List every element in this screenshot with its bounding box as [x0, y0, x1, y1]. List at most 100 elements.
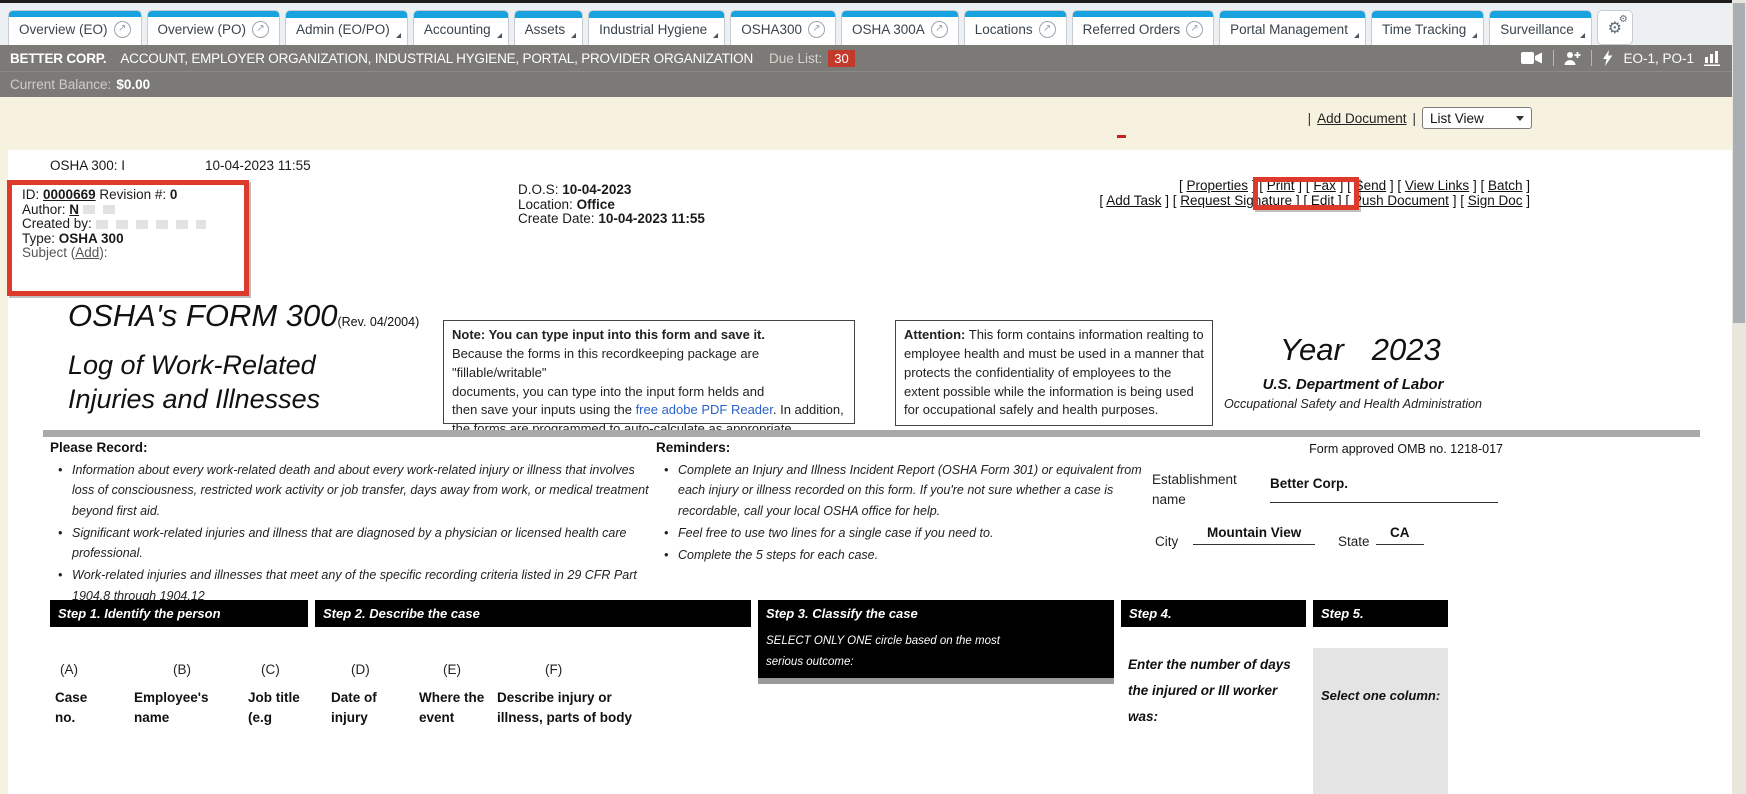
tab-osha300[interactable]: OSHA300↗	[730, 10, 836, 45]
subject-add-link[interactable]: Add	[75, 245, 99, 260]
tab-label: Admin (EO/PO)	[296, 22, 390, 37]
video-camera-icon[interactable]	[1521, 51, 1543, 65]
company-name: BETTER CORP.	[10, 51, 106, 66]
establishment-label: Establishment name	[1152, 470, 1264, 510]
osha-administration: Occupational Safety and Health Administr…	[1188, 397, 1518, 411]
establishment-value: Better Corp.	[1270, 476, 1348, 491]
menu-corner-icon	[396, 33, 401, 38]
reminders-title: Reminders:	[656, 440, 730, 455]
document-toolbar: | Add Document | List View	[1308, 107, 1532, 129]
vertical-scrollbar[interactable]	[1732, 0, 1746, 794]
tab-label: Locations	[975, 22, 1033, 37]
type-value: OSHA 300	[59, 231, 124, 246]
tab-label: Portal Management	[1230, 22, 1348, 37]
tab-label: Industrial Hygiene	[599, 22, 707, 37]
menu-corner-icon	[1354, 33, 1359, 38]
tab-overview-eo[interactable]: Overview (EO)↗	[8, 10, 142, 45]
attention-label: Attention:	[904, 327, 965, 342]
tab-label: Assets	[525, 22, 566, 37]
document-id-link[interactable]: 0000669	[43, 187, 96, 202]
balance-bar: Current Balance: $0.00	[0, 71, 1746, 97]
redacted-created-by-name	[96, 220, 206, 229]
send-link[interactable]: Send	[1355, 178, 1387, 193]
external-link-icon[interactable]: ↗	[808, 21, 825, 38]
created-by-row: Created by:	[22, 217, 206, 232]
column-label-describe: Describe injury orillness, parts of body	[497, 688, 632, 728]
tab-accounting[interactable]: Accounting	[413, 10, 509, 45]
column-label-date: Date ofinjury	[331, 688, 377, 728]
id-row: ID: 0000669 Revision #: 0	[22, 188, 206, 203]
tab-osha300a[interactable]: OSHA 300A ↗	[841, 10, 959, 45]
step5-header: Step 5.	[1313, 600, 1448, 627]
tab-accent	[515, 11, 583, 18]
account-header-bar: BETTER CORP. ACCOUNT, EMPLOYER ORGANIZAT…	[0, 45, 1746, 71]
lightning-bolt-icon[interactable]	[1602, 50, 1613, 66]
author-link[interactable]: N	[69, 202, 79, 217]
menu-corner-icon	[571, 33, 576, 38]
tab-portal-management[interactable]: Portal Management	[1219, 10, 1366, 45]
push-document-link[interactable]: Push Document	[1353, 193, 1449, 208]
add-task-link[interactable]: Add Task	[1106, 193, 1161, 208]
edit-link[interactable]: Edit	[1311, 193, 1334, 208]
tab-time-tracking[interactable]: Time Tracking	[1371, 10, 1484, 45]
request-signature-link[interactable]: Request Signature	[1180, 193, 1292, 208]
form-subtitle-line1: Log of Work-Related	[68, 350, 316, 381]
tab-industrial-hygiene[interactable]: Industrial Hygiene	[588, 10, 725, 45]
tab-label: Referred Orders	[1083, 22, 1181, 37]
note-title: Note: You can type input into this form …	[452, 326, 846, 345]
tab-referred-orders[interactable]: Referred Orders ↗	[1072, 10, 1215, 45]
please-record-bullets: Information about every work-related dea…	[56, 460, 656, 608]
form-revision: (Rev. 04/2004)	[337, 315, 419, 329]
external-link-icon[interactable]: ↗	[1039, 21, 1056, 38]
state-label: State	[1338, 534, 1370, 549]
sign-doc-link[interactable]: Sign Doc	[1468, 193, 1523, 208]
tab-assets[interactable]: Assets	[514, 10, 584, 45]
due-list-count-badge[interactable]: 30	[828, 50, 854, 67]
red-annotation-box-id: ID: 0000669 Revision #: 0 Author: N Crea…	[7, 180, 249, 296]
please-record-title: Please Record:	[50, 440, 148, 455]
divider	[1591, 50, 1592, 66]
bar-chart-icon[interactable]	[1704, 50, 1720, 66]
step1-header: Step 1. Identify the person	[50, 600, 308, 627]
step4-header: Step 4.	[1121, 600, 1306, 627]
step5-note: Select one column:	[1313, 648, 1448, 703]
tab-label: Time Tracking	[1382, 22, 1466, 37]
tab-overview-po[interactable]: Overview (PO)↗	[147, 10, 281, 45]
external-link-icon[interactable]: ↗	[114, 21, 131, 38]
divider	[1553, 50, 1554, 66]
external-link-icon[interactable]: ↗	[252, 21, 269, 38]
scrollbar-thumb[interactable]	[1733, 3, 1745, 323]
tab-admin-eo-po[interactable]: Admin (EO/PO)	[285, 10, 408, 45]
reminders-bullets: Complete an Injury and Illness Incident …	[662, 460, 1144, 567]
external-link-icon[interactable]: ↗	[931, 21, 948, 38]
tab-label: OSHA 300A	[852, 22, 925, 37]
add-document-link[interactable]: Add Document	[1317, 111, 1406, 126]
balance-value: $0.00	[116, 77, 150, 92]
redacted-author-name	[83, 205, 121, 214]
form-title: OSHA's FORM 300(Rev. 04/2004)	[68, 298, 419, 334]
dos-value: 10-04-2023	[562, 182, 631, 197]
properties-link[interactable]: Properties	[1186, 178, 1248, 193]
tab-label: Accounting	[424, 22, 491, 37]
dol-title: U.S. Department of Labor	[1188, 376, 1518, 393]
tab-accent	[414, 11, 508, 18]
tab-accent	[286, 11, 407, 18]
settings-gears-button[interactable]: ⚙⚙	[1597, 10, 1633, 45]
tab-accent	[1372, 11, 1483, 18]
step5-select-box: Select one column:	[1313, 648, 1448, 794]
add-person-icon[interactable]	[1564, 51, 1581, 66]
print-link[interactable]: Print	[1267, 178, 1295, 193]
revision-value: 0	[170, 187, 178, 202]
pdf-reader-link[interactable]: free adobe PDF Reader	[636, 402, 773, 417]
tab-surveillance[interactable]: Surveillance	[1489, 10, 1592, 45]
view-links-link[interactable]: View Links	[1405, 178, 1469, 193]
column-label-employee: Employee'sname	[134, 688, 209, 728]
view-select[interactable]: List View	[1422, 107, 1532, 129]
fax-link[interactable]: Fax	[1313, 178, 1336, 193]
external-link-icon[interactable]: ↗	[1186, 21, 1203, 38]
year-value: 2023	[1372, 332, 1441, 367]
column-label-job-title: Job title(e.g	[248, 688, 300, 728]
red-annotation-dash	[1117, 135, 1126, 138]
tab-locations[interactable]: Locations ↗	[964, 10, 1067, 45]
batch-link[interactable]: Batch	[1488, 178, 1523, 193]
